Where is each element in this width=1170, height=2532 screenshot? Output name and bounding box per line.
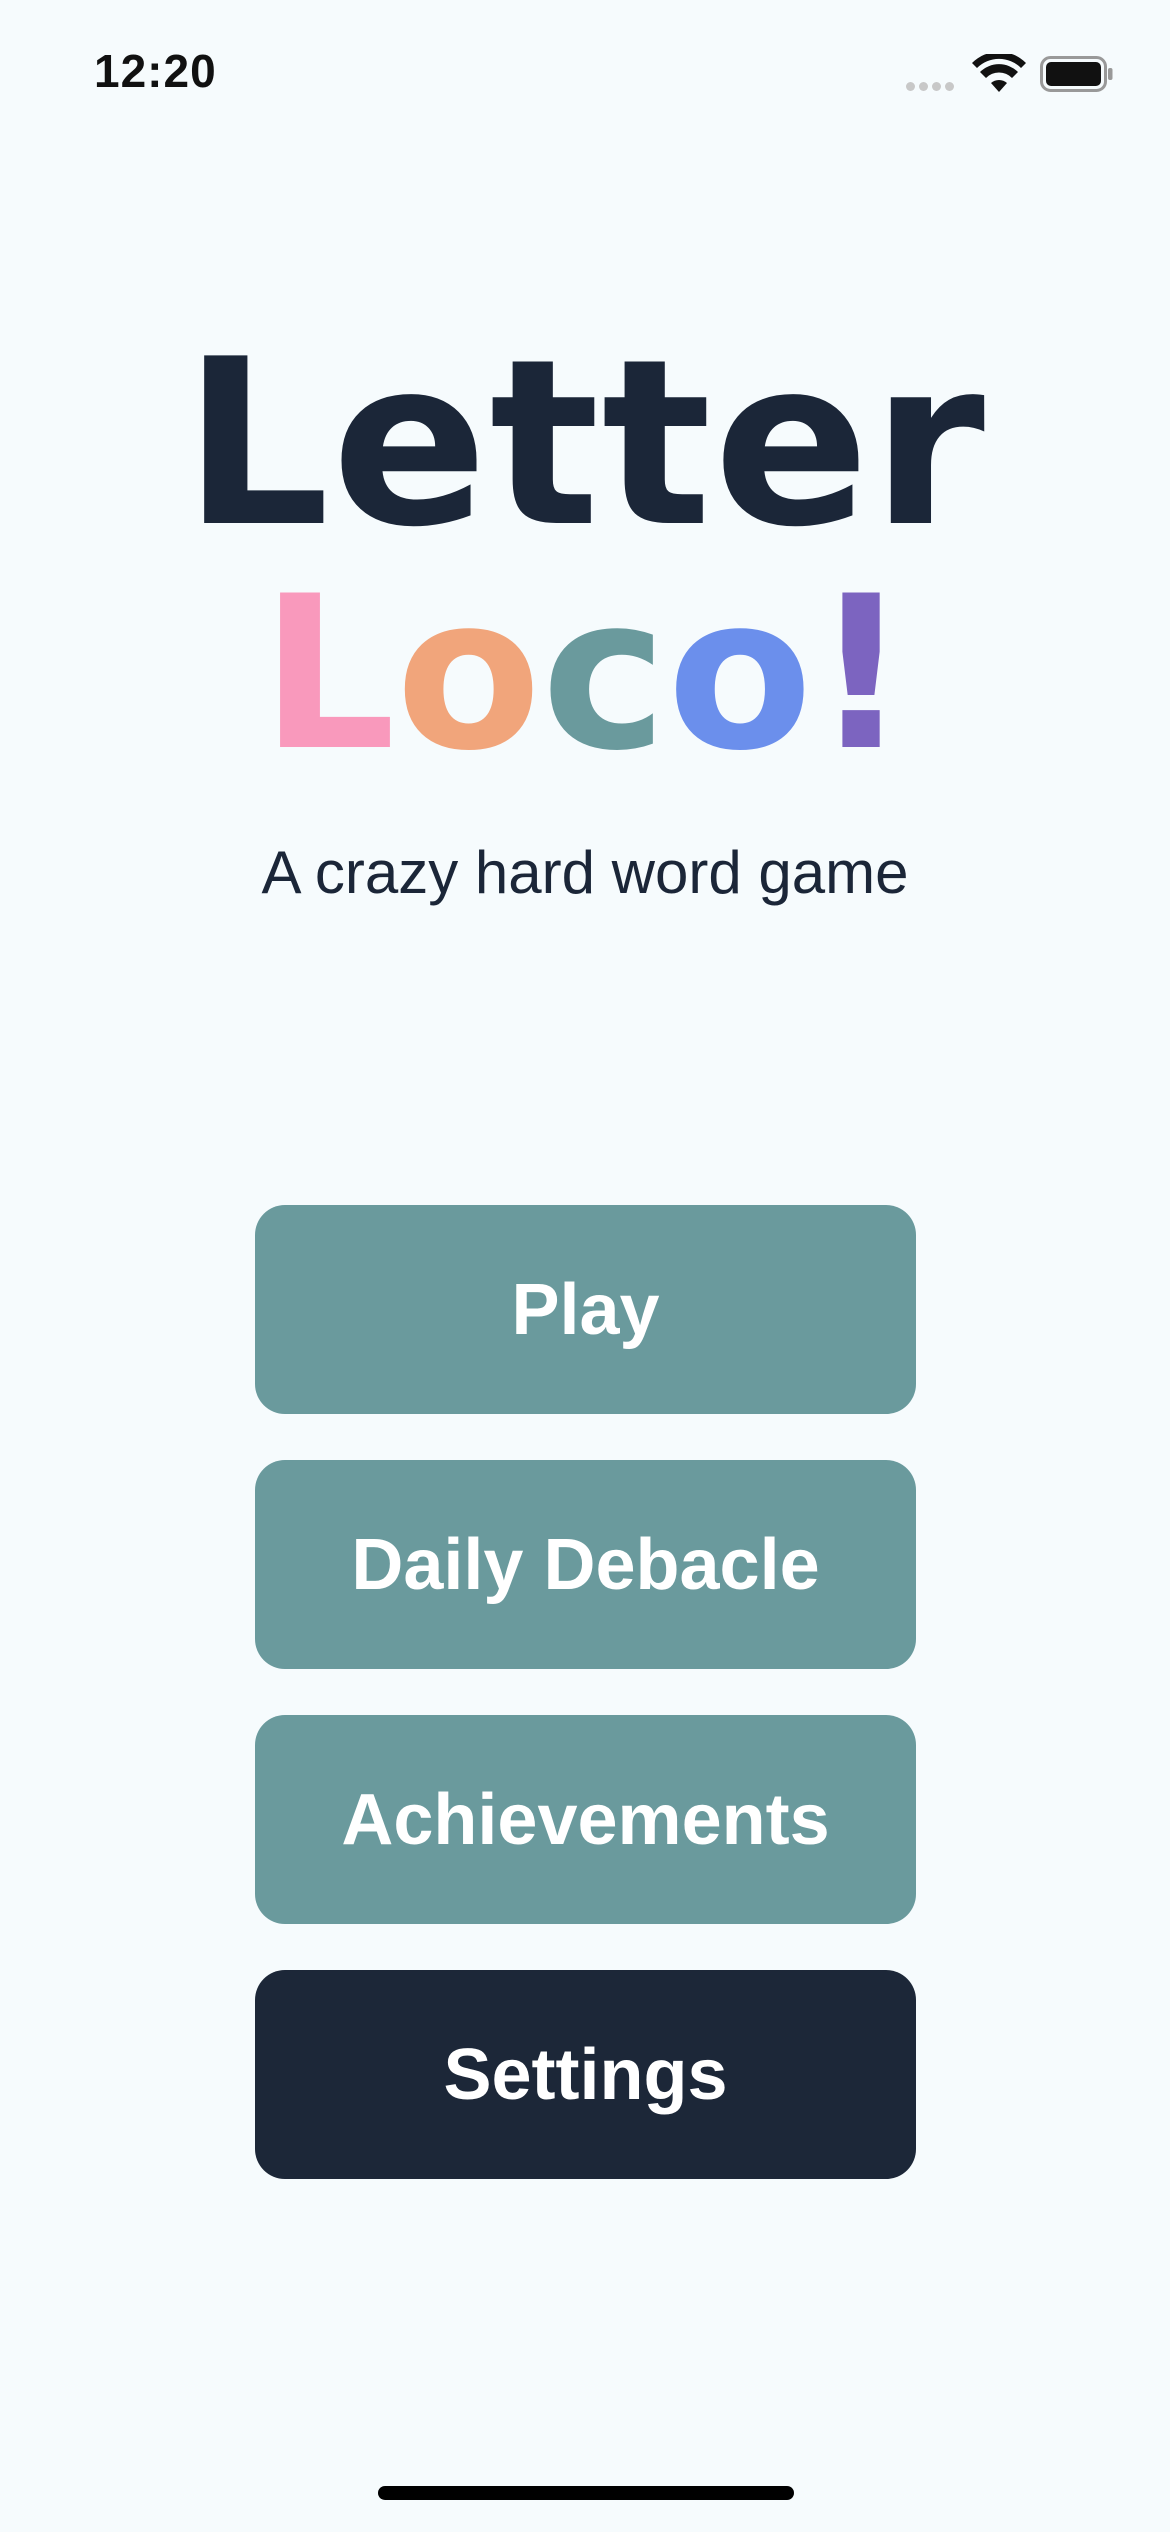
daily-debacle-button[interactable]: Daily Debacle bbox=[255, 1460, 916, 1669]
logo-title-letter: Letter bbox=[183, 311, 987, 578]
wifi-icon bbox=[972, 54, 1026, 92]
logo-letter: o bbox=[667, 550, 813, 797]
status-bar: 12:20 bbox=[0, 0, 1170, 150]
logo-letter: o bbox=[395, 550, 542, 797]
cellular-signal-icon bbox=[906, 82, 954, 91]
achievements-button[interactable]: Achievements bbox=[255, 1715, 916, 1924]
logo-title-loco: Loco! bbox=[0, 568, 1170, 780]
logo-letter: ! bbox=[812, 550, 910, 797]
logo-letter: L bbox=[260, 550, 396, 797]
home-indicator[interactable] bbox=[378, 2486, 794, 2500]
tagline: A crazy hard word game bbox=[261, 839, 909, 906]
play-button[interactable]: Play bbox=[255, 1205, 916, 1414]
settings-button[interactable]: Settings bbox=[255, 1970, 916, 2179]
main-menu: Play Daily Debacle Achievements Settings bbox=[255, 1205, 916, 2179]
logo-letter: c bbox=[541, 550, 668, 797]
battery-icon bbox=[1040, 56, 1113, 92]
status-time: 12:20 bbox=[94, 45, 217, 97]
